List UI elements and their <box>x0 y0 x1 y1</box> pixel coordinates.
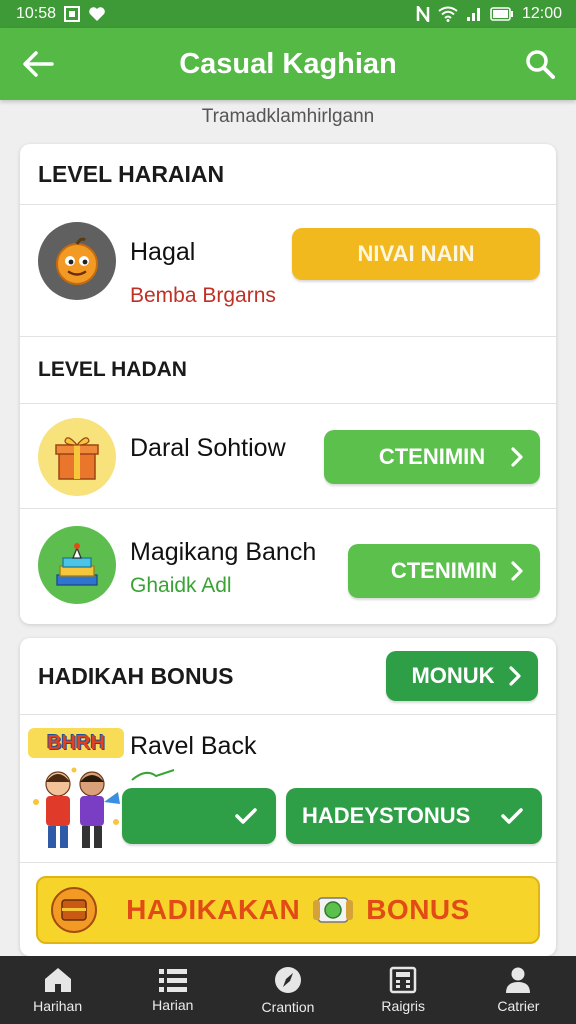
back-button[interactable] <box>20 46 56 82</box>
heart-icon <box>88 6 106 22</box>
arrow-left-icon <box>23 51 54 77</box>
nav-label: Crantion <box>261 999 315 1015</box>
banner-right-text: BONUS <box>366 894 470 925</box>
status-left: 10:58 <box>16 5 106 23</box>
nav-item-raigris[interactable]: Raigris <box>346 956 461 1024</box>
wifi-icon <box>438 6 458 22</box>
chevron-right-icon <box>510 446 524 468</box>
app-bar: Casual Kaghian <box>0 28 576 100</box>
ctenimin-button-1[interactable]: CTENIMIN <box>324 430 540 484</box>
nav-label: Raigris <box>381 998 425 1014</box>
section-title-level-harian: LEVEL HARAIAN <box>38 160 225 187</box>
gift-box-icon <box>55 437 99 480</box>
nav-item-catrier[interactable]: Catrier <box>461 956 576 1024</box>
stacked-blocks-icon <box>56 543 98 586</box>
home-icon <box>44 968 71 992</box>
avatar-hagal <box>38 222 116 300</box>
page-subtitle: Tramadklamhirlgann <box>201 106 375 127</box>
button-label: HADEYSTONUS <box>302 803 471 828</box>
nivai-nain-button[interactable]: NIVAI NAIN <box>292 228 540 280</box>
character-icon <box>56 237 98 285</box>
status-bar: 10:58 12:00 <box>0 0 576 28</box>
chest-icon <box>51 887 97 933</box>
signal-icon <box>466 6 482 22</box>
nav-item-harihan[interactable]: Harihan <box>0 956 115 1024</box>
nav-label: Harian <box>152 997 194 1013</box>
avatar-gift <box>38 418 116 496</box>
divider <box>20 508 556 509</box>
nav-label: Catrier <box>497 998 540 1014</box>
kids-illustration: BHRH <box>28 728 124 854</box>
divider <box>20 336 556 337</box>
search-icon <box>526 50 555 79</box>
divider <box>20 862 556 863</box>
row-sub-hagal: Bemba Brgarns <box>130 284 276 307</box>
list-icon <box>158 969 187 992</box>
chevron-right-icon <box>508 665 522 687</box>
bottom-nav: Harihan Harian Crantion Raigris Catrier <box>0 956 576 1024</box>
monuk-button[interactable]: MONUK <box>386 651 538 701</box>
ctenimin-button-2[interactable]: CTENIMIN <box>348 544 540 598</box>
row-name-hagal: Hagal <box>130 238 196 266</box>
squiggle-decoration <box>131 769 175 781</box>
checkmark-icon <box>500 806 524 826</box>
divider <box>20 403 556 404</box>
row-name-daral: Daral Sohtiow <box>130 434 286 462</box>
row-sub-magikang: Ghaidk Adl <box>130 574 232 597</box>
nav-item-crantion[interactable]: Crantion <box>230 956 345 1024</box>
battery-icon <box>490 7 514 21</box>
kids-icon <box>33 767 120 848</box>
divider <box>20 204 556 205</box>
levels-card: LEVEL HARAIAN Hagal Bemba Brgarns NIVAI … <box>20 144 556 624</box>
page-title: Casual Kaghian <box>179 47 397 80</box>
button-label: CTENIMIN <box>390 558 498 583</box>
compass-icon <box>275 967 301 993</box>
status-clock: 12:00 <box>521 5 562 22</box>
profile-icon <box>506 967 531 993</box>
checkmark-icon <box>234 806 258 826</box>
banner-left-text: HADIKAKAN <box>126 894 301 925</box>
search-button[interactable] <box>522 46 558 82</box>
notification-icon <box>64 6 81 22</box>
section-title-level-hadan: LEVEL HADAN <box>38 358 187 381</box>
hadikakan-bonus-banner[interactable]: HADIKAKAN BONUS <box>36 876 540 944</box>
claim-button[interactable] <box>122 788 276 844</box>
button-label: CTENIMIN <box>378 444 486 469</box>
status-right: 12:00 <box>416 5 562 23</box>
chevron-right-icon <box>510 560 524 582</box>
button-label: NIVAI NAIN <box>357 241 475 266</box>
avatar-stack <box>38 526 116 604</box>
bhrh-badge: BHRH <box>28 728 124 758</box>
nav-label: Harihan <box>33 998 83 1014</box>
row-name-ravel: Ravel Back <box>130 732 257 760</box>
divider <box>20 714 556 715</box>
row-name-magikang: Magikang Banch <box>130 538 317 566</box>
nfc-icon <box>416 6 430 22</box>
status-time: 10:58 <box>16 5 57 22</box>
hadeystonus-button[interactable]: HADEYSTONUS <box>286 788 542 844</box>
calculator-icon <box>389 966 417 994</box>
button-label: MONUK <box>411 663 495 688</box>
nav-item-harian[interactable]: Harian <box>115 956 230 1024</box>
scroll-icon <box>313 897 354 923</box>
